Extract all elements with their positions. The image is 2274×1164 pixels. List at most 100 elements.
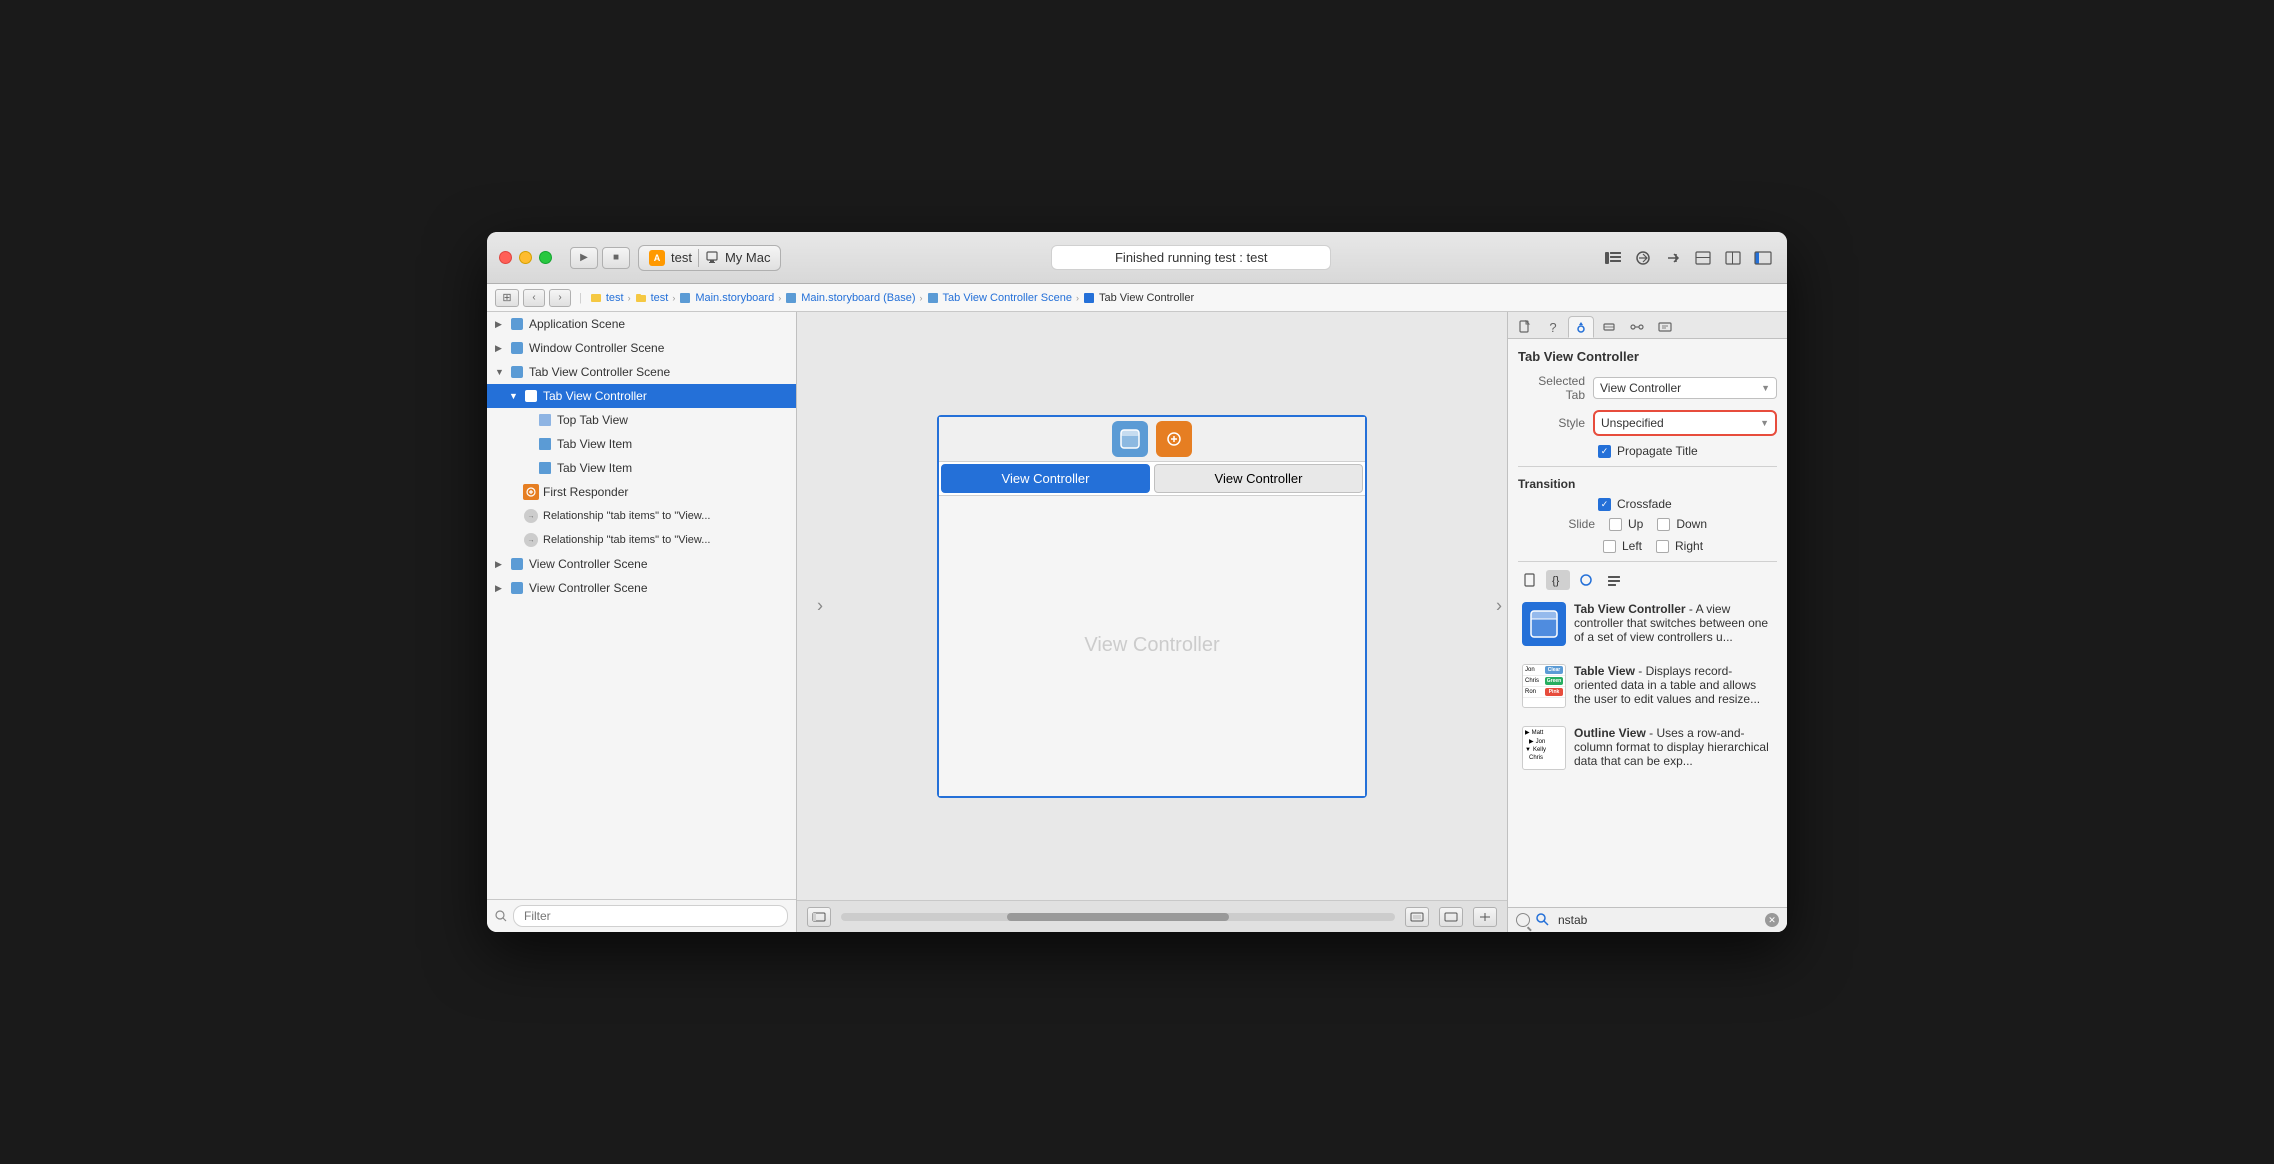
breadcrumb-main-sb[interactable]: Main.storyboard [679,292,774,304]
insp-tab-connections[interactable] [1624,316,1650,338]
lib-item-tabvc[interactable]: Tab View Controller - A view controller … [1518,598,1777,650]
canvas-tb-2[interactable] [1405,907,1429,927]
run-button[interactable]: ▶ [570,247,598,269]
tree-item-rel-1[interactable]: → Relationship "tab items" to "View... [487,504,796,528]
canvas-tb-1[interactable] [807,907,831,927]
style-select[interactable]: Unspecified ▼ [1593,410,1777,436]
lib-tab-circle[interactable] [1574,570,1598,590]
lib-tab-lines[interactable] [1602,570,1626,590]
lib-icon-outlineview: ▶Matt ▶Jon ▼Kelly Chris [1522,726,1566,770]
jump-button[interactable] [1661,246,1685,270]
traffic-lights [499,251,552,264]
lib-file-icon [1523,573,1537,587]
tree-item-first-responder[interactable]: First Responder [487,480,796,504]
filter-input[interactable] [513,905,788,927]
tree-item-tab-item-1[interactable]: Tab View Item [487,432,796,456]
inspector-panel: ? Tab View Controller Sel [1507,312,1787,932]
titlebar-right [1601,246,1775,270]
inspector-icon [1754,251,1772,265]
canvas-tab-2[interactable]: View Controller [1154,464,1363,493]
breadcrumb-main-sb-base[interactable]: Main.storyboard (Base) [785,292,915,304]
device-name: My Mac [725,250,771,265]
scheme-icon: A [649,250,665,266]
breadcrumb-sep-1: › [628,293,631,303]
lib-item-outlineview[interactable]: ▶Matt ▶Jon ▼Kelly Chris [1518,722,1777,774]
lib-tab-file[interactable] [1518,570,1542,590]
lib-text-outlineview: Outline View - Uses a row-and-column for… [1574,726,1773,770]
stop-button[interactable]: ■ [602,247,630,269]
inspector-search-bar: ✕ [1508,907,1787,932]
breakpoints-button[interactable] [1631,246,1655,270]
up-checkbox[interactable] [1609,518,1622,531]
canvas-tb-4[interactable] [1473,907,1497,927]
insp-tab-file[interactable] [1512,316,1538,338]
rel-1-icon: → [523,508,539,524]
lib-item-tableview[interactable]: Jon Clear Chris Green Ron Pink [1518,660,1777,712]
navigator-toggle-button[interactable] [1601,246,1625,270]
tv-row-chris: Chris Green [1523,676,1565,687]
ov-name-matt: Matt [1532,730,1544,736]
breadcrumb-tabvc-scene[interactable]: Tab View Controller Scene [927,292,1072,304]
tabvc-scene-label: Tab View Controller Scene [529,365,670,379]
down-checkbox[interactable] [1657,518,1670,531]
canvas-scroll[interactable]: › › [797,312,1507,900]
canvas-tab-1[interactable]: View Controller [941,464,1150,493]
insp-tab-identity[interactable] [1652,316,1678,338]
layout-2-icon [1725,251,1741,265]
jump-icon [1665,250,1681,266]
tree-item-tabvc-scene[interactable]: ▼ Tab View Controller Scene [487,360,796,384]
canvas-bottom-toolbar [797,900,1507,932]
left-checkbox[interactable] [1603,540,1616,553]
navigator-panel: ▶ Application Scene ▶ Window Controller … [487,312,797,932]
left-right-row: Left Right [1518,539,1777,553]
scheme-selector[interactable]: A test My Mac [638,245,781,271]
canvas-tb-3[interactable] [1439,907,1463,927]
crossfade-checkbox[interactable]: ✓ [1598,498,1611,511]
folder-icon [635,292,647,304]
insp-tab-attributes[interactable] [1568,316,1594,338]
lib-name-outlineview: Outline View - Uses a row-and-column for… [1574,726,1773,768]
tree-item-tab-item-2[interactable]: Tab View Item [487,456,796,480]
ov-name-kelly: Kelly [1533,747,1546,753]
tree-arrow-tabvc-scene: ▼ [495,367,505,377]
layout-2-button[interactable] [1721,246,1745,270]
maximize-button[interactable] [539,251,552,264]
tree-item-rel-2[interactable]: → Relationship "tab items" to "View... [487,528,796,552]
tree-item-window-scene[interactable]: ▶ Window Controller Scene [487,336,796,360]
clear-search-button[interactable]: ✕ [1765,913,1779,927]
propagate-title-row: ✓ Propagate Title [1518,444,1777,458]
right-checkbox[interactable] [1656,540,1669,553]
navigator-filter [487,899,796,932]
library-search-input[interactable] [1558,913,1759,927]
layout-1-button[interactable] [1691,246,1715,270]
tree-item-vc-scene-2[interactable]: ▶ View Controller Scene [487,576,796,600]
tab-item-1-label: Tab View Item [557,437,632,451]
breadcrumb-test1[interactable]: test [590,292,624,304]
connections-icon [1630,320,1644,334]
back-button[interactable]: ‹ [523,289,545,307]
tree-item-top-tab[interactable]: Top Tab View [487,408,796,432]
insp-tab-size[interactable] [1596,316,1622,338]
grid-view-button[interactable]: ⊞ [495,289,519,307]
right-label: Right [1675,539,1703,553]
tree-item-vc-scene-1[interactable]: ▶ View Controller Scene [487,552,796,576]
minimize-button[interactable] [519,251,532,264]
close-button[interactable] [499,251,512,264]
breadcrumb-bar: ⊞ ‹ › | test › test › Main.storyboard › … [487,284,1787,312]
navigator-tree: ▶ Application Scene ▶ Window Controller … [487,312,796,899]
insp-tab-help[interactable]: ? [1540,316,1566,338]
propagate-title-checkbox[interactable]: ✓ [1598,445,1611,458]
inspector-toggle-button[interactable] [1751,246,1775,270]
size-icon [1602,320,1616,334]
forward-button[interactable]: › [549,289,571,307]
slide-label: Slide [1528,517,1603,531]
breadcrumb-tabvc[interactable]: Tab View Controller [1083,292,1194,304]
first-responder-icon [523,484,539,500]
device-separator [698,249,699,267]
lib-tab-braces[interactable]: {} [1546,570,1570,590]
tree-item-app-scene[interactable]: ▶ Application Scene [487,312,796,336]
canvas-scrollbar[interactable] [841,913,1395,921]
tree-item-tabvc[interactable]: ▼ Tab View Controller [487,384,796,408]
breadcrumb-test2[interactable]: test [635,292,669,304]
selected-tab-select[interactable]: View Controller ▼ [1593,377,1777,399]
